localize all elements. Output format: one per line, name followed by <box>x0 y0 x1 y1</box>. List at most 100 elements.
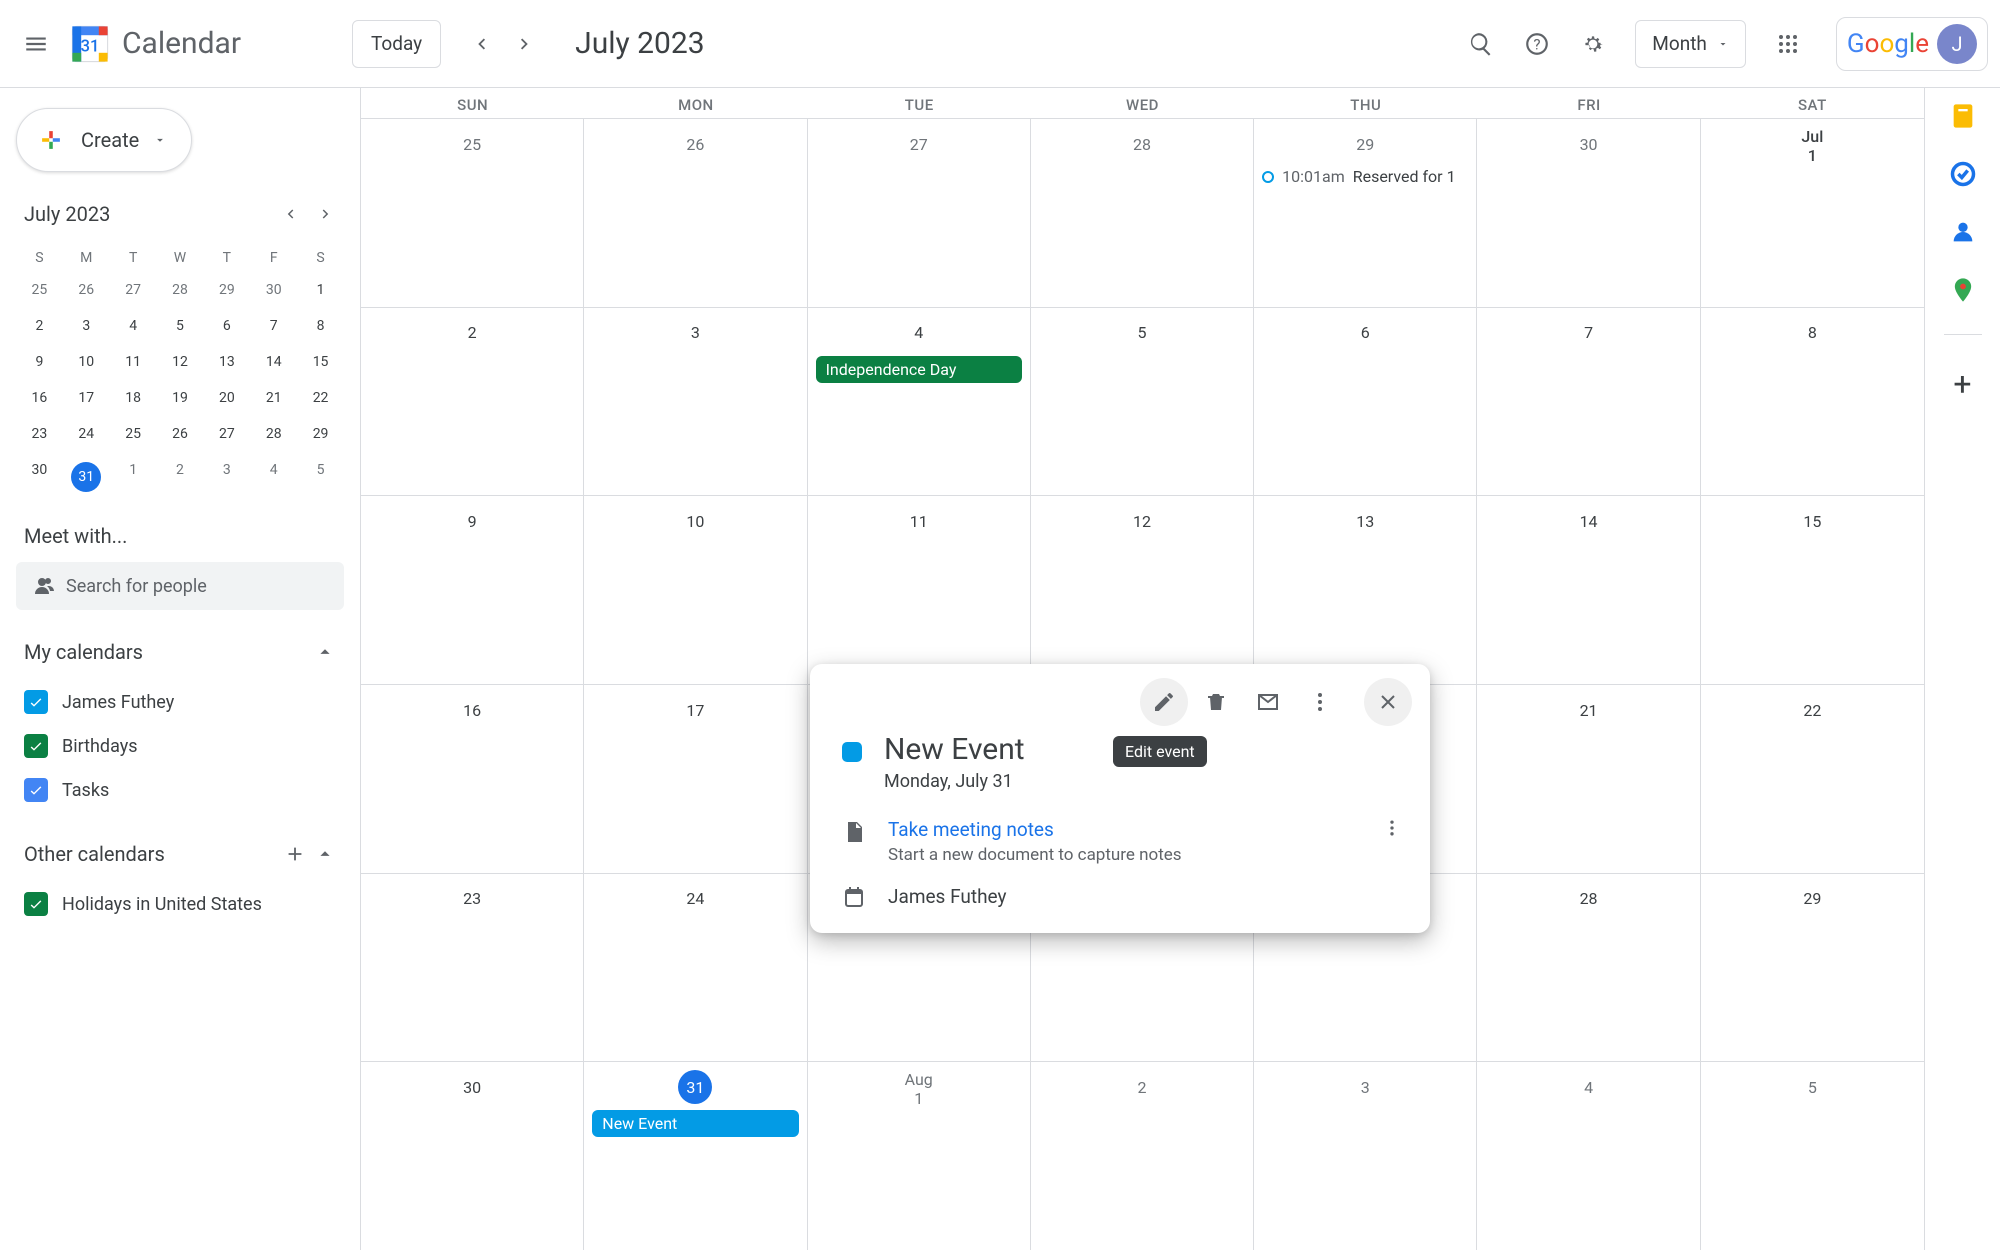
mini-day[interactable]: 25 <box>16 272 63 308</box>
view-switcher[interactable]: Month <box>1635 20 1746 68</box>
calendar-checkbox[interactable] <box>24 734 48 758</box>
product-logo[interactable]: 31 Calendar <box>68 22 241 66</box>
day-cell[interactable]: 16 <box>361 685 584 873</box>
calendar-list-item[interactable]: James Futhey <box>16 680 344 724</box>
day-cell[interactable]: 13 <box>1254 496 1477 684</box>
day-cell[interactable]: 28 <box>1031 119 1254 307</box>
event-options-button[interactable] <box>1296 678 1344 726</box>
day-number[interactable]: 11 <box>812 500 1026 542</box>
mini-day[interactable]: 3 <box>63 308 110 344</box>
mini-day[interactable]: 5 <box>157 308 204 344</box>
day-cell[interactable]: 14 <box>1477 496 1700 684</box>
email-guests-button[interactable] <box>1244 678 1292 726</box>
notes-options-button[interactable] <box>1382 818 1412 838</box>
mini-day[interactable]: 25 <box>110 416 157 452</box>
day-number[interactable]: 23 <box>365 878 579 920</box>
day-number[interactable]: 12 <box>1035 500 1249 542</box>
day-number[interactable]: 28 <box>1481 878 1695 920</box>
calendar-list-item[interactable]: Birthdays <box>16 724 344 768</box>
day-number[interactable]: 4 <box>1481 1066 1695 1108</box>
day-cell[interactable]: 2 <box>1031 1062 1254 1250</box>
prev-period-button[interactable] <box>459 22 503 66</box>
tasks-icon[interactable] <box>1949 160 1977 188</box>
day-number[interactable]: 10 <box>588 500 802 542</box>
mini-day[interactable]: 24 <box>63 416 110 452</box>
mini-prev-button[interactable] <box>272 196 308 232</box>
day-cell[interactable]: 12 <box>1031 496 1254 684</box>
day-cell[interactable]: 25 <box>361 119 584 307</box>
day-number[interactable]: 15 <box>1705 500 1920 542</box>
calendar-list-item[interactable]: Holidays in United States <box>16 882 344 926</box>
take-meeting-notes-link[interactable]: Take meeting notes <box>888 818 1360 841</box>
day-number[interactable]: 4 <box>812 312 1026 354</box>
mini-day[interactable]: 4 <box>250 452 297 502</box>
mini-day[interactable]: 26 <box>157 416 204 452</box>
day-cell[interactable]: 30 <box>361 1062 584 1250</box>
mini-day[interactable]: 1 <box>297 272 344 308</box>
mini-day[interactable]: 27 <box>203 416 250 452</box>
mini-day[interactable]: 15 <box>297 344 344 380</box>
day-cell[interactable]: 30 <box>1477 119 1700 307</box>
day-cell[interactable]: 9 <box>361 496 584 684</box>
day-number[interactable]: 13 <box>1258 500 1472 542</box>
mini-day[interactable]: 8 <box>297 308 344 344</box>
delete-event-button[interactable] <box>1192 678 1240 726</box>
mini-day[interactable]: 20 <box>203 380 250 416</box>
calendar-checkbox[interactable] <box>24 690 48 714</box>
day-number[interactable]: 14 <box>1481 500 1695 542</box>
day-number[interactable]: 26 <box>588 123 802 165</box>
allday-event-chip[interactable]: New Event <box>592 1110 798 1137</box>
day-cell[interactable]: 8 <box>1701 308 1924 496</box>
day-number[interactable]: 30 <box>1481 123 1695 165</box>
mini-day[interactable]: 7 <box>250 308 297 344</box>
mini-day[interactable]: 30 <box>250 272 297 308</box>
mini-day[interactable]: 28 <box>250 416 297 452</box>
mini-day[interactable]: 16 <box>16 380 63 416</box>
day-number[interactable]: 29 <box>1258 123 1472 165</box>
day-number[interactable]: 9 <box>365 500 579 542</box>
mini-day[interactable]: 10 <box>63 344 110 380</box>
mini-day[interactable]: 27 <box>110 272 157 308</box>
day-cell[interactable]: 4Independence Day <box>808 308 1031 496</box>
day-cell[interactable]: 23 <box>361 874 584 1062</box>
mini-day[interactable]: 12 <box>157 344 204 380</box>
main-menu-button[interactable] <box>12 20 60 68</box>
day-number[interactable]: 7 <box>1481 312 1695 354</box>
mini-day[interactable]: 13 <box>203 344 250 380</box>
day-number[interactable]: Aug 1 <box>812 1066 1026 1110</box>
day-cell[interactable]: 28 <box>1477 874 1700 1062</box>
day-number[interactable]: 21 <box>1481 689 1695 731</box>
day-cell[interactable]: 7 <box>1477 308 1700 496</box>
day-cell[interactable]: 27 <box>808 119 1031 307</box>
day-number[interactable]: 24 <box>588 878 802 920</box>
day-number[interactable]: 17 <box>588 689 802 731</box>
mini-day[interactable]: 30 <box>16 452 63 502</box>
edit-event-button[interactable] <box>1140 678 1188 726</box>
day-cell[interactable]: 3 <box>1254 1062 1477 1250</box>
get-addons-button[interactable]: + <box>1953 365 1971 403</box>
day-cell[interactable]: 26 <box>584 119 807 307</box>
mini-day[interactable]: 21 <box>250 380 297 416</box>
day-number[interactable]: 25 <box>365 123 579 165</box>
avatar[interactable]: J <box>1937 24 1977 64</box>
day-cell[interactable]: Jul 1 <box>1701 119 1924 307</box>
mini-day[interactable]: 29 <box>297 416 344 452</box>
day-cell[interactable]: 2910:01amReserved for 1 <box>1254 119 1477 307</box>
mini-day[interactable]: 31 <box>63 452 110 502</box>
day-cell[interactable]: 15 <box>1701 496 1924 684</box>
day-cell[interactable]: Aug 1 <box>808 1062 1031 1250</box>
day-number[interactable]: 2 <box>1035 1066 1249 1108</box>
mini-day[interactable]: 5 <box>297 452 344 502</box>
mini-day[interactable]: 17 <box>63 380 110 416</box>
search-button[interactable] <box>1457 20 1505 68</box>
day-cell[interactable]: 21 <box>1477 685 1700 873</box>
day-cell[interactable]: 4 <box>1477 1062 1700 1250</box>
mini-next-button[interactable] <box>308 196 344 232</box>
mini-day[interactable]: 9 <box>16 344 63 380</box>
day-number[interactable]: 6 <box>1258 312 1472 354</box>
other-calendars-toggle[interactable]: Other calendars <box>16 838 344 870</box>
mini-day[interactable]: 29 <box>203 272 250 308</box>
day-number[interactable]: 3 <box>588 312 802 354</box>
day-number[interactable]: 22 <box>1705 689 1920 731</box>
day-number[interactable]: 8 <box>1705 312 1920 354</box>
